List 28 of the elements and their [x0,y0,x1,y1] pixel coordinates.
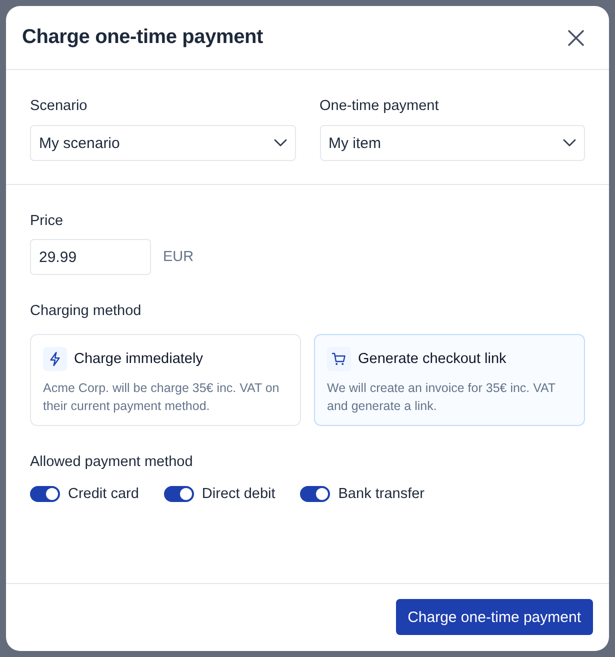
field-label: Price [30,212,64,230]
price-input[interactable]: 29.99 [30,239,151,275]
toggle-switch[interactable] [164,486,194,502]
option-title: Charge immediately [74,351,203,367]
field-label: Scenario [30,97,88,115]
option-description: We will create an invoice for 35€ inc. VAT and generate a link. [327,380,556,415]
currency-label: EUR [163,249,194,265]
section-label: Charging method [30,302,142,320]
chevron-down-icon [274,139,286,147]
section-label: Allowed payment method [30,453,193,471]
toggle-label: Credit card [68,486,139,502]
option-card[interactable]: Charge immediately Acme Corp. will be charge 35€ inc. VAT on their current payment method. [30,334,301,426]
close-icon[interactable] [567,28,585,46]
dialog-title: Charge one-time payment [22,26,264,49]
dropdown-field[interactable]: My item [320,125,585,161]
toggle-label: Direct debit [202,486,276,502]
toggle-switch[interactable] [300,486,330,502]
option-title: Generate checkout link [358,351,506,367]
cart-icon [327,347,351,371]
option-description: Acme Corp. will be charge 35€ inc. VAT on their current payment method. [43,380,280,415]
lightning-icon [43,347,67,371]
toggle-label: Bank transfer [338,486,425,502]
charge-button[interactable]: Charge one-time payment [396,599,593,635]
field-label: One-time payment [320,97,439,115]
chevron-down-icon [563,139,576,147]
option-card[interactable]: Generate checkout link We will create an invoice for 35€ inc. VAT and generate a link. [314,334,585,426]
toggle-switch[interactable] [30,486,60,502]
dropdown-field[interactable]: My scenario [30,125,296,161]
